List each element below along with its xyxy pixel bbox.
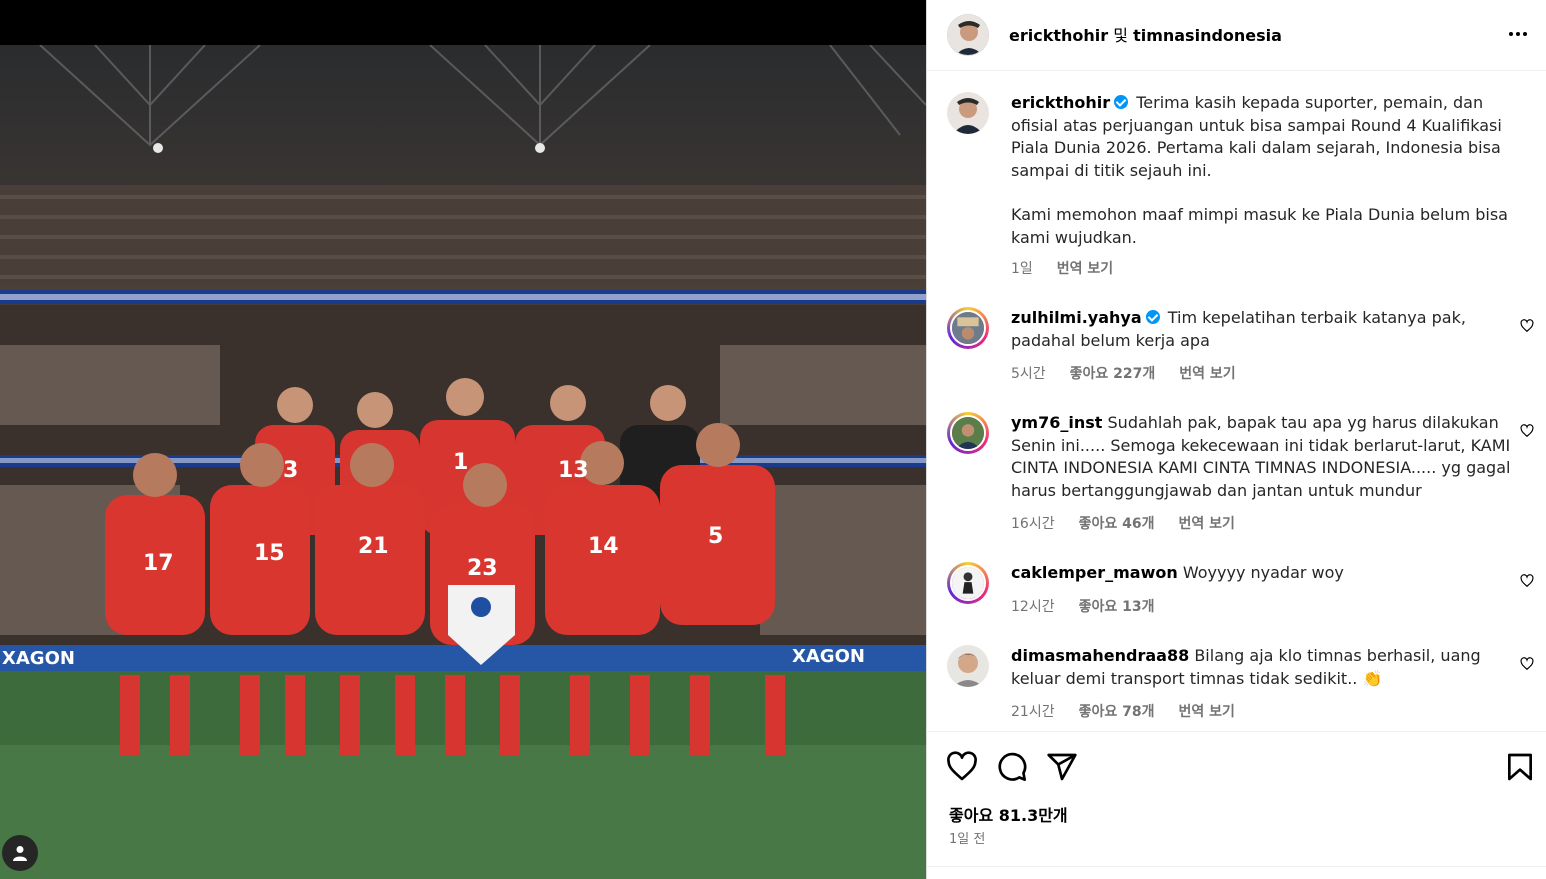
avatar-image <box>947 92 989 134</box>
caption-text-2: Kami memohon maaf mimpi masuk ke Piala D… <box>1011 205 1508 247</box>
bookmark-icon[interactable] <box>1504 751 1536 783</box>
comment-username[interactable]: caklemper_mawon <box>1011 563 1178 582</box>
tagged-users-button[interactable] <box>2 835 38 871</box>
jersey-number: 14 <box>588 534 619 559</box>
comment-body: zulhilmi.yahya Tim kepelatihan terbaik k… <box>1011 307 1511 352</box>
comment-text: Woyyyy nyadar woy <box>1182 563 1344 582</box>
comment-avatar[interactable] <box>947 307 989 349</box>
caption-username[interactable]: erickthohir <box>1011 93 1110 112</box>
share-icon[interactable] <box>1046 751 1078 783</box>
avatar-image <box>950 565 986 601</box>
avatar-image <box>950 415 986 451</box>
caption-text-block: erickthohir Terima kasih kepada suporter… <box>1011 92 1511 249</box>
avatar-image <box>948 15 988 55</box>
author-avatar[interactable] <box>947 14 989 56</box>
avatar-image <box>947 645 989 687</box>
comment-time[interactable]: 16시간 <box>1011 516 1055 532</box>
jersey-number: 15 <box>254 541 285 566</box>
jersey-number: 5 <box>708 524 723 549</box>
jersey-number: 17 <box>143 551 174 576</box>
comment-meta: 21시간 좋아요 78개 번역 보기 <box>1011 701 1259 721</box>
post-sidebar: erickthohir 및 timnasindonesia erickthohi… <box>926 0 1546 879</box>
comment-time[interactable]: 21시간 <box>1011 704 1055 720</box>
jersey-number: 1 <box>453 450 468 475</box>
translate-button[interactable]: 번역 보기 <box>1179 366 1235 382</box>
comment-username[interactable]: zulhilmi.yahya <box>1011 308 1142 327</box>
ad-board-text: XAGON <box>792 646 865 667</box>
verified-badge-icon <box>1145 310 1160 324</box>
comment-username[interactable]: ym76_inst <box>1011 413 1102 432</box>
translate-button[interactable]: 번역 보기 <box>1178 516 1234 532</box>
comment-body: ym76_inst Sudahlah pak, bapak tau apa yg… <box>1011 412 1511 502</box>
more-options-button[interactable] <box>1505 22 1531 46</box>
comment-likes[interactable]: 좋아요 227개 <box>1070 366 1156 382</box>
team-photo-illustration: 3 1 13 17 15 21 23 14 5 XAGON XAGON <box>0 45 926 879</box>
comment-meta: 16시간 좋아요 46개 번역 보기 <box>1011 513 1259 533</box>
jersey-number: 13 <box>558 458 589 483</box>
comment-likes[interactable]: 좋아요 46개 <box>1079 516 1155 532</box>
post-header: erickthohir 및 timnasindonesia <box>927 0 1546 71</box>
heart-icon[interactable] <box>1520 574 1534 588</box>
author-link[interactable]: erickthohir <box>1009 26 1108 45</box>
comment-time[interactable]: 5시간 <box>1011 366 1046 382</box>
caption-meta: 1일 번역 보기 <box>1011 258 1137 278</box>
comment-meta: 5시간 좋아요 227개 번역 보기 <box>1011 363 1260 383</box>
comment-avatar[interactable] <box>947 645 989 687</box>
post-timestamp[interactable]: 1일 전 <box>949 828 985 847</box>
post-actions: 좋아요 81.3만개 1일 전 <box>927 731 1546 879</box>
heart-icon[interactable] <box>946 751 978 783</box>
caption-avatar[interactable] <box>947 92 989 134</box>
jersey-number: 21 <box>358 534 389 559</box>
heart-icon[interactable] <box>1520 657 1534 671</box>
verified-badge-icon <box>1114 95 1129 109</box>
comment-username[interactable]: dimasmahendraa88 <box>1011 646 1189 665</box>
more-horizontal-icon <box>1509 32 1527 36</box>
comment-icon[interactable] <box>996 751 1028 783</box>
ad-board-text: XAGON <box>2 648 75 669</box>
user-icon <box>13 846 27 861</box>
comment-likes[interactable]: 좋아요 78개 <box>1079 704 1155 720</box>
jersey-number: 3 <box>283 458 298 483</box>
avatar-image <box>950 310 986 346</box>
jersey-number: 23 <box>467 556 498 581</box>
post-media[interactable]: 3 1 13 17 15 21 23 14 5 XAGON XAGON <box>0 0 926 879</box>
post-photo[interactable]: 3 1 13 17 15 21 23 14 5 XAGON XAGON <box>0 45 926 879</box>
comment-avatar[interactable] <box>947 562 989 604</box>
comment-body: caklemper_mawon Woyyyy nyadar woy <box>1011 562 1511 585</box>
comment-time[interactable]: 12시간 <box>1011 599 1055 615</box>
author-separator: 및 <box>1108 26 1134 45</box>
caption-time[interactable]: 1일 <box>1011 261 1033 277</box>
translate-button[interactable]: 번역 보기 <box>1057 261 1113 277</box>
comment-body: dimasmahendraa88 Bilang aja klo timnas b… <box>1011 645 1511 690</box>
post-authors: erickthohir 및 timnasindonesia <box>1009 22 1282 46</box>
heart-icon[interactable] <box>1520 319 1534 333</box>
like-count[interactable]: 좋아요 81.3만개 <box>949 802 1068 826</box>
coauthor-link[interactable]: timnasindonesia <box>1133 26 1282 45</box>
comment-avatar[interactable] <box>947 412 989 454</box>
comment-meta: 12시간 좋아요 13개 <box>1011 596 1178 616</box>
translate-button[interactable]: 번역 보기 <box>1178 704 1234 720</box>
heart-icon[interactable] <box>1520 424 1534 438</box>
comment-likes[interactable]: 좋아요 13개 <box>1079 599 1155 615</box>
divider <box>927 866 1546 867</box>
